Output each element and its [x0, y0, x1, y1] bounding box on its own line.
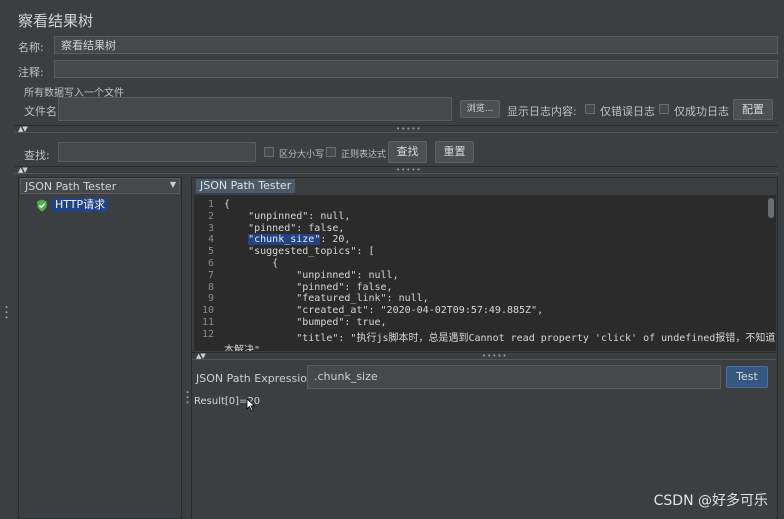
collapse-arrows-icon[interactable]: ▲▼: [18, 166, 28, 174]
watermark: CSDN @好多可乐: [653, 493, 768, 509]
regex-checkbox[interactable]: [326, 147, 336, 157]
name-label: 名称:: [18, 41, 44, 54]
case-sensitive-label: 区分大小写: [279, 150, 325, 160]
split-grip-icon[interactable]: •••••: [396, 166, 422, 174]
code-line: "created_at": "2020-04-02T09:57:49.885Z"…: [224, 305, 544, 317]
line-number: 2: [207, 210, 214, 222]
code-line: {: [224, 258, 279, 269]
code-line: "pinned": false,: [224, 222, 345, 234]
code-line: "suggested_topics": [: [224, 246, 375, 258]
filename-label: 文件名: [24, 105, 57, 118]
tree-item[interactable]: HTTP请求: [22, 198, 180, 213]
code-text: : 20,: [320, 234, 351, 246]
line-number: 6: [207, 258, 214, 269]
page-title: 察看结果树: [18, 12, 94, 30]
tab-json-path-tester[interactable]: JSON Path Tester: [196, 179, 296, 193]
code-line: "bumped": true,: [224, 317, 387, 328]
line-number: 3: [207, 222, 214, 234]
case-sensitive-checkbox[interactable]: [264, 147, 274, 157]
line-number: 5: [207, 246, 214, 258]
split-grip-icon[interactable]: •••••: [396, 125, 422, 133]
vertical-scrollbar[interactable]: [768, 198, 774, 218]
response-text-area[interactable]: 1 {2 "unpinned": null, 3 "pinned": false, 4…: [194, 195, 776, 351]
errors-only-label: 仅错误日志: [600, 105, 655, 118]
code-line: "pinned": false,: [224, 281, 393, 293]
line-number: 9: [207, 293, 214, 305]
find-button[interactable]: 查找: [388, 141, 427, 163]
line-number: 12: [201, 328, 214, 340]
success-only-label: 仅成功日志: [674, 105, 729, 118]
expression-label: JSON Path Expression: [196, 372, 314, 385]
vertical-split-grip-icon[interactable]: •••: [183, 390, 191, 405]
line-number: 1: [207, 199, 214, 210]
renderer-select-value: JSON Path Tester: [25, 180, 117, 193]
name-field[interactable]: 察看结果树: [54, 36, 778, 54]
code-line: "chunk_size": 20,: [224, 234, 351, 246]
line-number: 8: [207, 281, 214, 293]
test-button[interactable]: Test: [726, 366, 768, 388]
code-line: "featured_link": null,: [224, 293, 429, 305]
comment-field[interactable]: [54, 60, 778, 78]
tree-item-label: HTTP请求: [52, 198, 109, 212]
chevron-down-icon: ▼: [169, 180, 176, 189]
browse-button[interactable]: 浏览...: [460, 100, 500, 118]
code-line: "title": "执行js脚本时，总是遇到Cannot read proper…: [224, 332, 776, 344]
filename-field[interactable]: [58, 97, 452, 121]
mouse-cursor-icon: [246, 398, 256, 415]
code-line: 本解决",: [224, 344, 267, 351]
code-line: "unpinned": null,: [224, 210, 351, 222]
line-number: 11: [201, 317, 214, 328]
reset-button[interactable]: 重置: [435, 141, 474, 163]
success-only-checkbox[interactable]: [659, 104, 669, 114]
configure-button[interactable]: 配置: [733, 99, 773, 120]
search-input[interactable]: [58, 142, 256, 162]
line-number: 4: [207, 234, 214, 246]
collapse-arrows-icon[interactable]: ▲▼: [18, 125, 28, 133]
log-content-label: 显示日志内容:: [507, 105, 577, 118]
comment-label: 注释:: [18, 66, 44, 79]
renderer-select[interactable]: JSON Path Tester ▼: [20, 178, 180, 194]
collapse-arrows-icon[interactable]: ▲▼: [196, 352, 206, 360]
line-number: 7: [207, 269, 214, 281]
search-label: 查找:: [24, 149, 50, 162]
errors-only-checkbox[interactable]: [585, 104, 595, 114]
success-shield-icon: [36, 199, 48, 215]
results-tree-panel: [18, 177, 182, 519]
code-line: {: [224, 199, 231, 210]
regex-label: 正则表达式: [341, 150, 387, 160]
line-number: 10: [201, 305, 214, 317]
split-grip-icon[interactable]: •••••: [482, 352, 508, 360]
side-grip-icon[interactable]: •••: [2, 305, 10, 320]
expression-input[interactable]: .chunk_size: [307, 365, 721, 389]
highlighted-match: "chunk_size": [248, 234, 321, 246]
code-line: "unpinned": null,: [224, 269, 399, 281]
